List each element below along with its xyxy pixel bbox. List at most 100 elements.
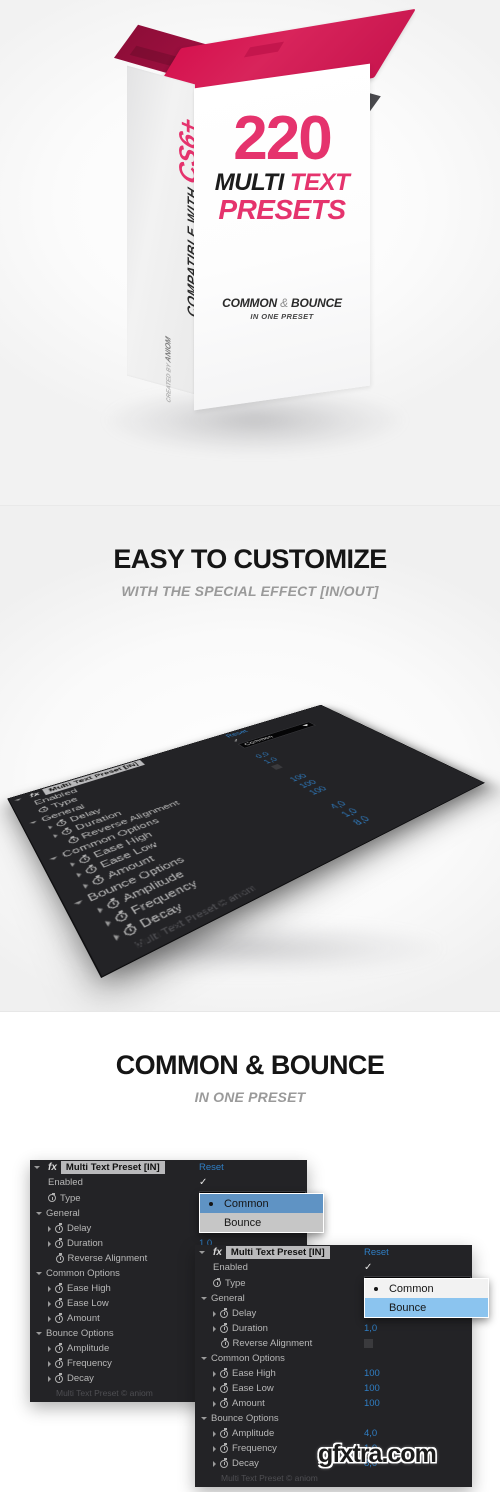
chevron-right-icon[interactable] bbox=[48, 1225, 51, 1232]
type-dropdown-menu[interactable]: Common Bounce bbox=[363, 1278, 489, 1318]
stopwatch-icon[interactable] bbox=[55, 1373, 63, 1383]
chevron-down-icon[interactable] bbox=[14, 798, 22, 802]
stopwatch-icon[interactable] bbox=[66, 836, 80, 845]
property-value[interactable]: 1,0 bbox=[364, 1321, 377, 1336]
stopwatch-icon[interactable] bbox=[220, 1323, 228, 1333]
stopwatch-icon[interactable] bbox=[84, 864, 98, 875]
property-value[interactable]: 1,0 bbox=[338, 806, 362, 819]
stopwatch-icon[interactable] bbox=[55, 1298, 63, 1308]
stopwatch-icon[interactable] bbox=[55, 819, 68, 827]
property-row[interactable]: Reverse Alignment bbox=[195, 1336, 472, 1351]
stopwatch-icon[interactable] bbox=[55, 1358, 63, 1368]
row-enabled[interactable]: Enabled ✓ bbox=[195, 1260, 472, 1275]
reset-button[interactable]: Reset bbox=[364, 1245, 389, 1260]
menu-item-common[interactable]: Common bbox=[364, 1279, 488, 1298]
stopwatch-icon[interactable] bbox=[220, 1458, 228, 1468]
enabled-checkbox[interactable]: ✓ bbox=[364, 1260, 372, 1275]
enabled-checkbox[interactable]: ✓ bbox=[199, 1175, 207, 1190]
property-checkbox[interactable] bbox=[363, 1336, 373, 1351]
chevron-down-icon[interactable] bbox=[36, 1332, 42, 1335]
group-header[interactable]: Bounce Options bbox=[195, 1411, 472, 1426]
chevron-right-icon[interactable] bbox=[48, 1315, 51, 1322]
chevron-down-icon[interactable] bbox=[36, 1272, 42, 1275]
stopwatch-icon[interactable] bbox=[220, 1428, 228, 1438]
property-row[interactable]: Duration 1,0 bbox=[195, 1321, 472, 1336]
property-value[interactable]: 4,0 bbox=[364, 1426, 377, 1441]
menu-item-common[interactable]: Common bbox=[199, 1194, 323, 1213]
chevron-right-icon[interactable] bbox=[213, 1460, 216, 1467]
stopwatch-icon[interactable] bbox=[55, 1313, 63, 1323]
cb-subheading: IN ONE PRESET bbox=[194, 1089, 306, 1105]
chevron-right-icon[interactable] bbox=[213, 1325, 216, 1332]
group-header[interactable]: Common Options bbox=[195, 1351, 472, 1366]
panel-titlebar[interactable]: fx Multi Text Preset [IN] Reset bbox=[30, 1160, 307, 1175]
chevron-right-icon[interactable] bbox=[48, 1345, 51, 1352]
stopwatch-icon[interactable] bbox=[113, 910, 129, 923]
property-row[interactable]: Ease Low 100 bbox=[195, 1381, 472, 1396]
property-row[interactable]: Amplitude 4,0 bbox=[195, 1426, 472, 1441]
chevron-down-icon[interactable] bbox=[201, 1297, 207, 1300]
property-row[interactable]: Ease High 100 bbox=[195, 1366, 472, 1381]
chevron-right-icon[interactable] bbox=[213, 1310, 216, 1317]
chevron-right-icon[interactable] bbox=[48, 1240, 51, 1247]
chevron-right-icon[interactable] bbox=[69, 861, 76, 867]
chevron-right-icon[interactable] bbox=[48, 1300, 51, 1307]
chevron-down-icon[interactable] bbox=[201, 1417, 207, 1420]
chevron-right-icon[interactable] bbox=[104, 918, 112, 927]
chevron-right-icon[interactable] bbox=[48, 1360, 51, 1367]
chevron-right-icon[interactable] bbox=[213, 1385, 216, 1392]
panel-titlebar[interactable]: fx Multi Text Preset [IN] Reset bbox=[195, 1245, 472, 1260]
stopwatch-icon[interactable] bbox=[77, 854, 92, 864]
menu-item-bounce[interactable]: Bounce bbox=[364, 1298, 488, 1317]
row-enabled[interactable]: Enabled ✓ bbox=[30, 1175, 307, 1190]
stopwatch-icon[interactable] bbox=[55, 1283, 63, 1293]
chevron-right-icon[interactable] bbox=[52, 833, 59, 838]
chevron-right-icon[interactable] bbox=[96, 905, 104, 913]
property-row[interactable]: Amount 100 bbox=[195, 1396, 472, 1411]
chevron-right-icon[interactable] bbox=[48, 1285, 51, 1292]
property-row[interactable]: Frequency1,0 bbox=[77, 764, 456, 943]
chevron-down-icon[interactable] bbox=[34, 1166, 40, 1169]
property-value[interactable]: 100 bbox=[364, 1366, 380, 1381]
stopwatch-icon[interactable] bbox=[220, 1308, 228, 1318]
stopwatch-icon[interactable] bbox=[220, 1338, 229, 1348]
stopwatch-icon[interactable] bbox=[37, 806, 50, 814]
stopwatch-icon[interactable] bbox=[55, 1253, 64, 1263]
type-dropdown-menu[interactable]: Common Bounce bbox=[198, 1193, 324, 1233]
stopwatch-icon[interactable] bbox=[90, 875, 105, 886]
easy-to-customize-section: EASY TO CUSTOMIZE WITH THE SPECIAL EFFEC… bbox=[0, 506, 500, 1012]
stopwatch-icon[interactable] bbox=[48, 1192, 56, 1202]
reset-button[interactable]: Reset bbox=[199, 1160, 224, 1175]
chevron-down-icon[interactable] bbox=[29, 820, 38, 825]
chevron-right-icon[interactable] bbox=[48, 1375, 51, 1382]
chevron-down-icon[interactable] bbox=[49, 856, 59, 862]
stopwatch-icon[interactable] bbox=[55, 1223, 63, 1233]
chevron-right-icon[interactable] bbox=[82, 882, 90, 889]
chevron-right-icon[interactable] bbox=[213, 1445, 216, 1452]
chevron-right-icon[interactable] bbox=[213, 1370, 216, 1377]
chevron-right-icon[interactable] bbox=[47, 824, 54, 830]
chevron-down-icon[interactable] bbox=[201, 1357, 207, 1360]
chevron-down-icon[interactable] bbox=[36, 1212, 42, 1215]
stopwatch-icon[interactable] bbox=[220, 1398, 228, 1408]
stopwatch-icon[interactable] bbox=[55, 1238, 63, 1248]
chevron-right-icon[interactable] bbox=[213, 1430, 216, 1437]
menu-item-bounce[interactable]: Bounce bbox=[199, 1213, 323, 1232]
stopwatch-icon[interactable] bbox=[105, 898, 121, 910]
chevron-right-icon[interactable] bbox=[75, 871, 83, 878]
chevron-down-icon[interactable] bbox=[73, 900, 84, 906]
stopwatch-icon[interactable] bbox=[60, 827, 73, 836]
stopwatch-icon[interactable] bbox=[213, 1277, 221, 1287]
stopwatch-icon[interactable] bbox=[122, 923, 138, 937]
chevron-down-icon[interactable] bbox=[199, 1251, 205, 1254]
chevron-right-icon[interactable] bbox=[112, 932, 121, 941]
property-value[interactable]: 100 bbox=[364, 1381, 380, 1396]
chevron-down-icon[interactable] bbox=[302, 724, 310, 728]
stopwatch-icon[interactable] bbox=[220, 1443, 228, 1453]
property-value[interactable]: 4,0 bbox=[327, 799, 350, 812]
stopwatch-icon[interactable] bbox=[220, 1368, 228, 1378]
property-value[interactable]: 100 bbox=[364, 1396, 380, 1411]
stopwatch-icon[interactable] bbox=[220, 1383, 228, 1393]
chevron-right-icon[interactable] bbox=[213, 1400, 216, 1407]
stopwatch-icon[interactable] bbox=[55, 1343, 63, 1353]
